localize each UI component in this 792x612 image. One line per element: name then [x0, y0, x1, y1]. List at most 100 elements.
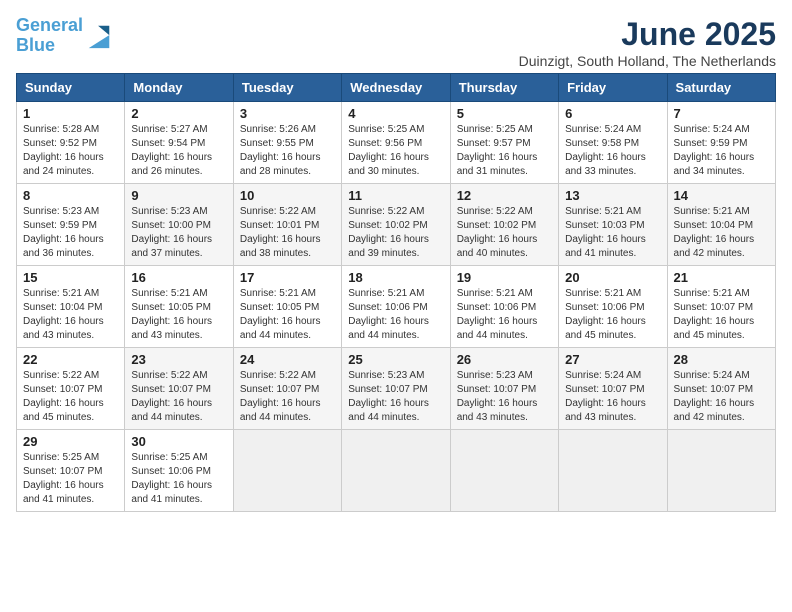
- day-number: 7: [674, 106, 769, 121]
- day-content: Sunrise: 5:21 AM Sunset: 10:04 PM Daylig…: [23, 287, 118, 343]
- calendar-cell: 3 Sunrise: 5:26 AM Sunset: 9:55 PM Dayli…: [233, 102, 341, 184]
- day-number: 18: [348, 270, 443, 285]
- weekday-header-monday: Monday: [125, 74, 233, 102]
- day-content: Sunrise: 5:21 AM Sunset: 10:05 PM Daylig…: [240, 287, 335, 343]
- day-content: Sunrise: 5:25 AM Sunset: 9:57 PM Dayligh…: [457, 123, 552, 179]
- calendar-cell: 5 Sunrise: 5:25 AM Sunset: 9:57 PM Dayli…: [450, 102, 558, 184]
- calendar-cell: 14 Sunrise: 5:21 AM Sunset: 10:04 PM Day…: [667, 184, 775, 266]
- day-number: 29: [23, 434, 118, 449]
- day-content: Sunrise: 5:23 AM Sunset: 10:07 PM Daylig…: [348, 369, 443, 425]
- calendar-cell: 9 Sunrise: 5:23 AM Sunset: 10:00 PM Dayl…: [125, 184, 233, 266]
- day-number: 1: [23, 106, 118, 121]
- day-number: 21: [674, 270, 769, 285]
- calendar-cell: 2 Sunrise: 5:27 AM Sunset: 9:54 PM Dayli…: [125, 102, 233, 184]
- day-number: 22: [23, 352, 118, 367]
- title-area: June 2025 Duinzigt, South Holland, The N…: [519, 16, 776, 69]
- day-content: Sunrise: 5:27 AM Sunset: 9:54 PM Dayligh…: [131, 123, 226, 179]
- day-number: 4: [348, 106, 443, 121]
- calendar-cell: [559, 430, 667, 512]
- location-title: Duinzigt, South Holland, The Netherlands: [519, 53, 776, 69]
- day-content: Sunrise: 5:22 AM Sunset: 10:07 PM Daylig…: [131, 369, 226, 425]
- day-content: Sunrise: 5:23 AM Sunset: 10:07 PM Daylig…: [457, 369, 552, 425]
- day-content: Sunrise: 5:22 AM Sunset: 10:02 PM Daylig…: [457, 205, 552, 261]
- day-content: Sunrise: 5:26 AM Sunset: 9:55 PM Dayligh…: [240, 123, 335, 179]
- calendar-cell: 19 Sunrise: 5:21 AM Sunset: 10:06 PM Day…: [450, 266, 558, 348]
- weekday-header-saturday: Saturday: [667, 74, 775, 102]
- day-content: Sunrise: 5:28 AM Sunset: 9:52 PM Dayligh…: [23, 123, 118, 179]
- day-content: Sunrise: 5:23 AM Sunset: 9:59 PM Dayligh…: [23, 205, 118, 261]
- day-number: 26: [457, 352, 552, 367]
- day-content: Sunrise: 5:25 AM Sunset: 9:56 PM Dayligh…: [348, 123, 443, 179]
- calendar-cell: 7 Sunrise: 5:24 AM Sunset: 9:59 PM Dayli…: [667, 102, 775, 184]
- day-number: 28: [674, 352, 769, 367]
- calendar-cell: 30 Sunrise: 5:25 AM Sunset: 10:06 PM Day…: [125, 430, 233, 512]
- calendar: SundayMondayTuesdayWednesdayThursdayFrid…: [16, 73, 776, 512]
- calendar-cell: 8 Sunrise: 5:23 AM Sunset: 9:59 PM Dayli…: [17, 184, 125, 266]
- day-number: 27: [565, 352, 660, 367]
- calendar-cell: [342, 430, 450, 512]
- calendar-cell: 10 Sunrise: 5:22 AM Sunset: 10:01 PM Day…: [233, 184, 341, 266]
- calendar-cell: 17 Sunrise: 5:21 AM Sunset: 10:05 PM Day…: [233, 266, 341, 348]
- calendar-cell: 25 Sunrise: 5:23 AM Sunset: 10:07 PM Day…: [342, 348, 450, 430]
- day-number: 11: [348, 188, 443, 203]
- calendar-cell: 29 Sunrise: 5:25 AM Sunset: 10:07 PM Day…: [17, 430, 125, 512]
- calendar-cell: 13 Sunrise: 5:21 AM Sunset: 10:03 PM Day…: [559, 184, 667, 266]
- day-number: 9: [131, 188, 226, 203]
- day-content: Sunrise: 5:25 AM Sunset: 10:06 PM Daylig…: [131, 451, 226, 507]
- logo-text: General Blue: [16, 16, 83, 56]
- weekday-header-thursday: Thursday: [450, 74, 558, 102]
- day-content: Sunrise: 5:21 AM Sunset: 10:07 PM Daylig…: [674, 287, 769, 343]
- day-number: 13: [565, 188, 660, 203]
- day-content: Sunrise: 5:22 AM Sunset: 10:07 PM Daylig…: [240, 369, 335, 425]
- day-content: Sunrise: 5:24 AM Sunset: 9:58 PM Dayligh…: [565, 123, 660, 179]
- day-content: Sunrise: 5:25 AM Sunset: 10:07 PM Daylig…: [23, 451, 118, 507]
- day-number: 8: [23, 188, 118, 203]
- calendar-cell: 6 Sunrise: 5:24 AM Sunset: 9:58 PM Dayli…: [559, 102, 667, 184]
- calendar-cell: 4 Sunrise: 5:25 AM Sunset: 9:56 PM Dayli…: [342, 102, 450, 184]
- week-row-2: 8 Sunrise: 5:23 AM Sunset: 9:59 PM Dayli…: [17, 184, 776, 266]
- day-content: Sunrise: 5:22 AM Sunset: 10:02 PM Daylig…: [348, 205, 443, 261]
- logo-icon: [85, 22, 113, 50]
- calendar-cell: 1 Sunrise: 5:28 AM Sunset: 9:52 PM Dayli…: [17, 102, 125, 184]
- day-number: 15: [23, 270, 118, 285]
- day-number: 6: [565, 106, 660, 121]
- day-number: 25: [348, 352, 443, 367]
- day-content: Sunrise: 5:24 AM Sunset: 10:07 PM Daylig…: [674, 369, 769, 425]
- calendar-cell: 27 Sunrise: 5:24 AM Sunset: 10:07 PM Day…: [559, 348, 667, 430]
- day-number: 10: [240, 188, 335, 203]
- day-content: Sunrise: 5:21 AM Sunset: 10:05 PM Daylig…: [131, 287, 226, 343]
- day-content: Sunrise: 5:24 AM Sunset: 10:07 PM Daylig…: [565, 369, 660, 425]
- month-title: June 2025: [519, 16, 776, 53]
- day-number: 12: [457, 188, 552, 203]
- day-number: 5: [457, 106, 552, 121]
- calendar-cell: 22 Sunrise: 5:22 AM Sunset: 10:07 PM Day…: [17, 348, 125, 430]
- week-row-5: 29 Sunrise: 5:25 AM Sunset: 10:07 PM Day…: [17, 430, 776, 512]
- weekday-header-sunday: Sunday: [17, 74, 125, 102]
- day-number: 2: [131, 106, 226, 121]
- calendar-cell: 23 Sunrise: 5:22 AM Sunset: 10:07 PM Day…: [125, 348, 233, 430]
- calendar-cell: 15 Sunrise: 5:21 AM Sunset: 10:04 PM Day…: [17, 266, 125, 348]
- day-number: 30: [131, 434, 226, 449]
- calendar-cell: 16 Sunrise: 5:21 AM Sunset: 10:05 PM Day…: [125, 266, 233, 348]
- day-number: 3: [240, 106, 335, 121]
- weekday-header-row: SundayMondayTuesdayWednesdayThursdayFrid…: [17, 74, 776, 102]
- calendar-cell: 24 Sunrise: 5:22 AM Sunset: 10:07 PM Day…: [233, 348, 341, 430]
- week-row-3: 15 Sunrise: 5:21 AM Sunset: 10:04 PM Day…: [17, 266, 776, 348]
- calendar-cell: [667, 430, 775, 512]
- day-number: 23: [131, 352, 226, 367]
- day-content: Sunrise: 5:24 AM Sunset: 9:59 PM Dayligh…: [674, 123, 769, 179]
- day-number: 24: [240, 352, 335, 367]
- day-number: 16: [131, 270, 226, 285]
- calendar-cell: 12 Sunrise: 5:22 AM Sunset: 10:02 PM Day…: [450, 184, 558, 266]
- day-number: 20: [565, 270, 660, 285]
- day-content: Sunrise: 5:22 AM Sunset: 10:07 PM Daylig…: [23, 369, 118, 425]
- logo: General Blue: [16, 16, 113, 56]
- calendar-cell: 18 Sunrise: 5:21 AM Sunset: 10:06 PM Day…: [342, 266, 450, 348]
- header: General Blue June 2025 Duinzigt, South H…: [16, 16, 776, 69]
- calendar-cell: [233, 430, 341, 512]
- calendar-cell: [450, 430, 558, 512]
- calendar-cell: 26 Sunrise: 5:23 AM Sunset: 10:07 PM Day…: [450, 348, 558, 430]
- week-row-4: 22 Sunrise: 5:22 AM Sunset: 10:07 PM Day…: [17, 348, 776, 430]
- day-number: 14: [674, 188, 769, 203]
- calendar-cell: 28 Sunrise: 5:24 AM Sunset: 10:07 PM Day…: [667, 348, 775, 430]
